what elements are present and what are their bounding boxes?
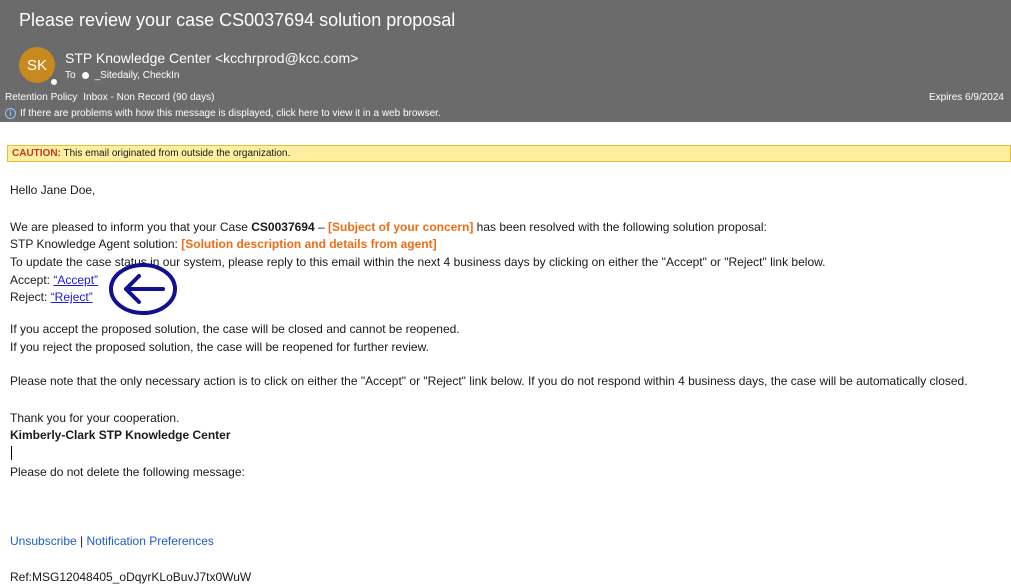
p2-text: STP Knowledge Agent solution:: [10, 237, 182, 251]
reject-line: Reject: “Reject”: [10, 290, 93, 304]
recipient-status-icon: [81, 72, 89, 79]
info-bar[interactable]: i If there are problems with how this me…: [5, 108, 441, 119]
text-cursor: [11, 446, 12, 460]
reject-label: Reject:: [10, 290, 51, 304]
email-header: Please review your case CS0037694 soluti…: [0, 0, 1011, 122]
p1-end: has been resolved with the following sol…: [473, 220, 767, 234]
notification-preferences-link[interactable]: Notification Preferences: [87, 534, 214, 548]
recipient-line: To _Sitedaily, CheckIn: [65, 70, 179, 81]
retention-policy: Retention Policy Inbox - Non Record (90 d…: [5, 92, 214, 103]
caution-banner: CAUTION: This email originated from outs…: [7, 145, 1011, 162]
info-notice[interactable]: If there are problems with how this mess…: [20, 108, 441, 119]
case-number: CS0037694: [251, 220, 315, 234]
paragraph-accept-note: If you accept the proposed solution, the…: [10, 322, 460, 336]
thanks-line: Thank you for your cooperation.: [10, 411, 180, 425]
signature: Kimberly-Clark STP Knowledge Center: [10, 428, 231, 442]
expires-date: Expires 6/9/2024: [928, 92, 1004, 103]
retention-value: Inbox - Non Record (90 days): [83, 92, 215, 103]
solution-placeholder: [Solution description and details from a…: [181, 237, 437, 251]
reject-link[interactable]: “Reject”: [51, 290, 93, 304]
paragraph-reject-note: If you reject the proposed solution, the…: [10, 340, 429, 354]
sender[interactable]: STP Knowledge Center <kcchrprod@kcc.com>: [65, 50, 358, 66]
accept-link[interactable]: “Accept”: [53, 273, 98, 287]
to-recipient[interactable]: _Sitedaily, CheckIn: [95, 70, 180, 81]
to-label: To: [65, 70, 76, 81]
paragraph-action-note: Please note that the only necessary acti…: [10, 374, 968, 388]
p1-dash: –: [314, 220, 328, 234]
reference-id: Ref:MSG12048405_oDqyrKLoBuvJ7tx0WuW: [10, 570, 252, 584]
caution-text: This email originated from outside the o…: [60, 148, 291, 159]
subject-placeholder: [Subject of your concern]: [327, 220, 474, 234]
caution-label: CAUTION:: [12, 148, 61, 159]
footer-separator: |: [76, 534, 87, 548]
accept-label: Accept:: [10, 273, 54, 287]
info-icon: i: [5, 108, 16, 119]
p1-text: We are pleased to inform you that your C…: [10, 220, 252, 234]
avatar-initials: SK: [26, 56, 47, 74]
footer-links: Unsubscribe | Notification Preferences: [10, 534, 214, 548]
email-subject: Please review your case CS0037694 soluti…: [19, 10, 456, 30]
retention-label: Retention Policy: [5, 92, 78, 103]
unsubscribe-link[interactable]: Unsubscribe: [10, 534, 77, 548]
presence-dot-icon: [49, 77, 59, 87]
paragraph-case-resolved: We are pleased to inform you that your C…: [10, 220, 767, 234]
greeting: Hello Jane Doe,: [10, 183, 96, 197]
do-not-delete-line: Please do not delete the following messa…: [10, 465, 245, 479]
left-arrow-circle-icon: [109, 263, 177, 315]
paragraph-solution: STP Knowledge Agent solution: [Solution …: [10, 237, 437, 251]
accept-line: Accept: “Accept”: [10, 273, 98, 287]
